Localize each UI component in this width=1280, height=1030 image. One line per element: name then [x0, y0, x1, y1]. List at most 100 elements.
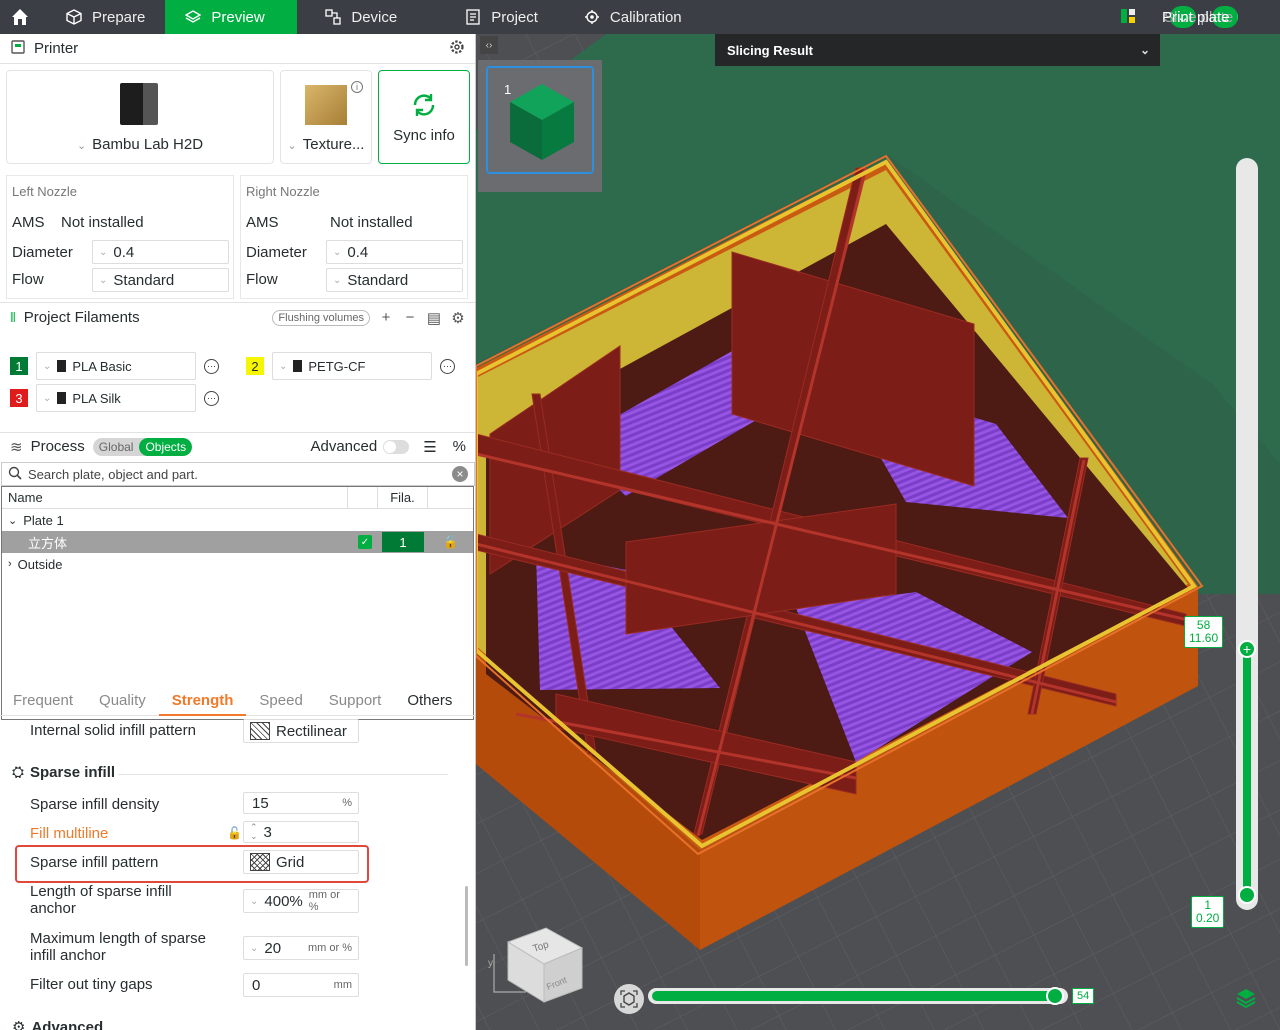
3d-preview-viewport[interactable]: ‹› 1 Slicing Result ⌄ + 58 11.60 1 0.20 …	[476, 34, 1280, 1030]
tab-strength[interactable]: Strength	[158, 686, 247, 716]
object-filament-badge[interactable]: 1	[382, 532, 424, 552]
info-icon[interactable]: i	[351, 81, 363, 93]
layer-slider-top-handle[interactable]: +	[1238, 640, 1256, 658]
fill-multiline-stepper[interactable]: ⌃ ⌄ 3	[243, 821, 359, 843]
density-input[interactable]: 15%	[243, 792, 359, 814]
objects-option[interactable]: Objects	[139, 437, 193, 456]
chevron-down-icon[interactable]: ⌄	[8, 514, 17, 527]
internal-solid-select[interactable]: Rectilinear	[243, 719, 359, 743]
collapse-panel-icon[interactable]: ‹›	[480, 36, 498, 54]
tab-preview[interactable]: Preview	[165, 0, 298, 34]
global-option[interactable]: Global	[93, 438, 140, 456]
chevron-right-icon[interactable]: ›	[8, 558, 12, 570]
filament-select[interactable]: ⌄ PETG-CF	[272, 352, 432, 380]
filament-select[interactable]: ⌄ PLA Basic	[36, 352, 196, 380]
sync-filament-icon[interactable]: ▤	[426, 309, 442, 327]
plate-image	[305, 85, 347, 125]
search-input[interactable]: Search plate, object and part.	[28, 467, 198, 482]
move-slider-handle[interactable]	[1046, 987, 1064, 1005]
diameter-select[interactable]: ⌄ 0.4	[92, 240, 229, 264]
internal-solid-value: Rectilinear	[276, 722, 347, 740]
unlock-icon[interactable]: 🔓	[227, 826, 242, 840]
nozzle-title: Right Nozzle	[246, 184, 320, 199]
flow-select[interactable]: ⌄ Standard	[326, 268, 463, 292]
tab-prepare[interactable]: Prepare	[46, 0, 165, 34]
gaps-input[interactable]: 0 mm	[243, 973, 359, 997]
tab-others[interactable]: Others	[394, 686, 465, 716]
anchor-label-line2: anchor	[30, 900, 76, 917]
gaps-label: Filter out tiny gaps	[30, 976, 153, 993]
plate-name: Texture...	[302, 136, 365, 153]
layer-slider-bottom-handle[interactable]	[1238, 886, 1256, 904]
tab-quality[interactable]: Quality	[86, 686, 159, 716]
print-plate-button[interactable]: ⌄ Print plate	[1162, 6, 1238, 28]
outside-row[interactable]: › Outside	[2, 553, 473, 575]
anchor-input[interactable]: ⌄ 400% mm or %	[243, 889, 359, 913]
sparse-infill-title: Sparse infill	[30, 764, 116, 781]
minus-icon[interactable]: −	[402, 309, 418, 326]
percent-icon[interactable]: %	[453, 438, 466, 455]
list-icon[interactable]: ☰	[423, 438, 436, 456]
tab-project[interactable]: Project	[417, 0, 558, 34]
pattern-select[interactable]: Grid	[243, 850, 359, 874]
settings-scrollbar[interactable]	[465, 886, 468, 966]
global-objects-toggle[interactable]: Global Objects	[92, 437, 193, 456]
printer-selector[interactable]: ⌄ Bambu Lab H2D	[6, 70, 274, 164]
plus-icon[interactable]: +	[378, 309, 394, 326]
tab-support[interactable]: Support	[316, 686, 395, 716]
tab-label: Preview	[211, 8, 265, 26]
left-nozzle-panel: Left Nozzle AMS Not installed Diameter ⌄…	[6, 175, 234, 299]
search-icon	[8, 466, 22, 483]
filament-number-badge[interactable]: 3	[10, 389, 28, 407]
checkbox-checked-icon[interactable]: ✓	[358, 535, 372, 549]
tab-device[interactable]: Device	[297, 0, 417, 34]
max-anchor-input[interactable]: ⌄ 20 mm or %	[243, 936, 359, 960]
filament-select[interactable]: ⌄ PLA Silk	[36, 384, 196, 412]
filaments-title: Project Filaments	[23, 309, 140, 326]
fill-multiline-value: 3	[263, 823, 272, 841]
diameter-select[interactable]: ⌄ 0.4	[326, 240, 463, 264]
flushing-volumes-button[interactable]: Flushing volumes	[272, 309, 370, 326]
chevron-down-icon: ⌄	[333, 246, 342, 258]
tab-label: Project	[491, 8, 538, 26]
home-button[interactable]	[0, 0, 40, 34]
chevron-down-icon[interactable]: ⌄	[1140, 43, 1150, 57]
density-value: 15	[252, 794, 269, 812]
diameter-value: 0.4	[113, 243, 135, 261]
process-title: Process	[30, 438, 85, 455]
tab-calibration[interactable]: Calibration	[558, 0, 702, 34]
object-row[interactable]: 立方体 ✓ 1 🔓	[2, 531, 473, 553]
filament-number-badge[interactable]: 2	[246, 357, 264, 375]
lock-icon[interactable]: 🔓	[443, 535, 458, 549]
name-column-header[interactable]: Name	[2, 486, 348, 509]
filament-number-badge[interactable]: 1	[10, 357, 28, 375]
more-icon[interactable]: ···	[204, 390, 219, 406]
chevron-down-icon: ⌄	[43, 360, 52, 372]
plate-thumbnail[interactable]: 1	[486, 66, 594, 174]
spin-icon[interactable]: ⌃ ⌄	[250, 823, 258, 841]
gear-icon[interactable]: ⚙	[450, 309, 466, 327]
fila-column-header[interactable]: Fila.	[378, 486, 428, 509]
layout-icon[interactable]	[1120, 8, 1136, 27]
fill-multiline-label: Fill multiline	[30, 825, 109, 842]
clear-icon[interactable]: ×	[452, 466, 468, 482]
more-icon[interactable]: ···	[440, 358, 455, 374]
slicing-result-bar[interactable]: Slicing Result ⌄	[715, 34, 1160, 66]
reset-view-icon[interactable]	[614, 984, 644, 1014]
chevron-down-icon: ⌄	[99, 246, 108, 258]
layers-icon[interactable]	[1234, 986, 1258, 1013]
project-icon	[465, 9, 481, 25]
ams-label: AMS	[246, 214, 279, 231]
flow-select[interactable]: ⌄ Standard	[92, 268, 229, 292]
advanced-switch[interactable]	[383, 439, 410, 454]
more-icon[interactable]: ···	[204, 358, 219, 374]
orientation-cube[interactable]: Top Front y	[486, 914, 586, 1004]
gear-icon[interactable]	[449, 39, 465, 59]
plate-row[interactable]: ⌄ Plate 1	[2, 509, 473, 531]
sync-info-button[interactable]: Sync info	[378, 70, 470, 164]
flow-label: Flow	[246, 271, 278, 288]
plate-type-selector[interactable]: i ⌄ Texture...	[280, 70, 372, 164]
slicing-result-label: Slicing Result	[727, 42, 813, 58]
tab-frequent[interactable]: Frequent	[0, 686, 86, 716]
tab-speed[interactable]: Speed	[246, 686, 315, 716]
